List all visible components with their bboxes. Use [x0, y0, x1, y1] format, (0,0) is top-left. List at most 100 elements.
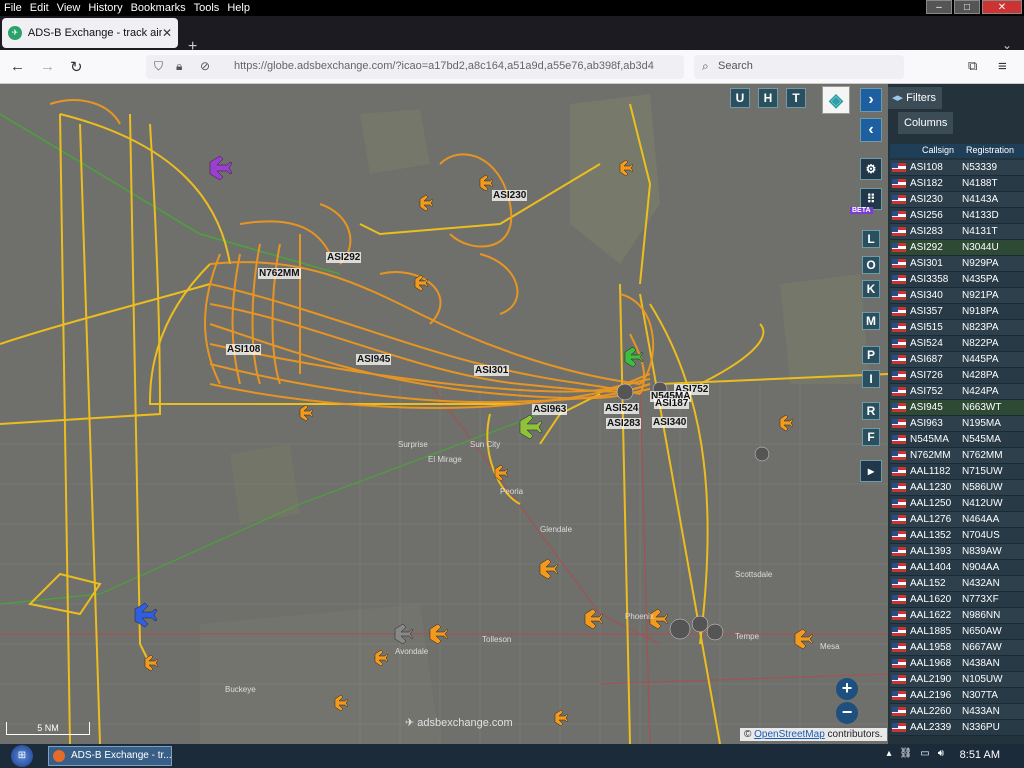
aircraft-label[interactable]: ASI524	[604, 403, 640, 414]
forward-arrow-icon[interactable]: →	[40, 58, 55, 75]
table-row[interactable]: ASI3358 N435PA	[890, 272, 1024, 288]
m-button[interactable]: M	[862, 312, 880, 330]
map-view[interactable]: Surprise El Mirage Sun City Peoria Glend…	[0, 84, 888, 744]
table-row[interactable]: ASI230 N4143A	[890, 192, 1024, 208]
h-button[interactable]: H	[758, 88, 778, 108]
volume-icon[interactable]: 🔊︎	[938, 748, 944, 759]
aircraft-label[interactable]: ASI945	[356, 354, 392, 365]
p-button[interactable]: P	[862, 346, 880, 364]
back-arrow-icon[interactable]: ←	[10, 58, 25, 75]
o-button[interactable]: O	[862, 256, 880, 274]
collapse-left-button[interactable]: ‹	[860, 118, 882, 142]
url-text[interactable]: https://globe.adsbexchange.com/?icao=a17…	[234, 60, 654, 72]
table-row[interactable]: AAL2339 N336PU	[890, 720, 1024, 736]
table-row[interactable]: ASI182 N4188T	[890, 176, 1024, 192]
menu-edit[interactable]: Edit	[26, 0, 53, 16]
menu-bookmarks[interactable]: Bookmarks	[127, 0, 190, 16]
url-bar[interactable]: ⛉ 🔒︎ ⊘ https://globe.adsbexchange.com/?i…	[146, 55, 824, 79]
expand-right-button[interactable]: ›	[860, 88, 882, 112]
table-row[interactable]: ASI524 N822PA	[890, 336, 1024, 352]
aircraft-label[interactable]: ASI230	[492, 190, 528, 201]
tab-adsb[interactable]: ✈ ADS-B Exchange - track aircraft ✕	[2, 18, 178, 48]
minimize-icon[interactable]: –	[926, 0, 952, 14]
aircraft-label[interactable]: ASI301	[474, 365, 510, 376]
table-row[interactable]: AAL1393 N839AW	[890, 544, 1024, 560]
table-row[interactable]: ASI108 N53339	[890, 160, 1024, 176]
start-button[interactable]: ⊞	[6, 744, 38, 768]
table-row[interactable]: AAL1352 N704US	[890, 528, 1024, 544]
k-button[interactable]: K	[862, 280, 880, 298]
table-row[interactable]: N762MM N762MM	[890, 448, 1024, 464]
aircraft-label[interactable]: ASI340	[652, 417, 688, 428]
maximize-icon[interactable]: □	[954, 0, 980, 14]
table-row[interactable]: ASI283 N4131T	[890, 224, 1024, 240]
hamburger-menu-icon[interactable]: ≡	[998, 58, 1007, 75]
registration-header[interactable]: Registration	[966, 145, 1014, 155]
table-row[interactable]: AAL1404 N904AA	[890, 560, 1024, 576]
table-row[interactable]: AAL2260 N433AN	[890, 704, 1024, 720]
table-row[interactable]: AAL1276 N464AA	[890, 512, 1024, 528]
network-icon[interactable]: ⛓	[900, 748, 913, 759]
table-row[interactable]: AAL1622 N986NN	[890, 608, 1024, 624]
table-row[interactable]: ASI687 N445PA	[890, 352, 1024, 368]
r-button[interactable]: R	[862, 402, 880, 420]
table-row[interactable]: AAL1250 N412UW	[890, 496, 1024, 512]
replay-button[interactable]: ▸	[860, 460, 882, 482]
table-row[interactable]: AAL2190 N105UW	[890, 672, 1024, 688]
taskbar-firefox-item[interactable]: ADS-B Exchange - tr...	[48, 746, 172, 766]
search-input[interactable]: ⌕ Search	[694, 55, 904, 79]
aircraft-label[interactable]: ASI292	[326, 252, 362, 263]
table-row[interactable]: AAL1968 N438AN	[890, 656, 1024, 672]
table-row[interactable]: ASI340 N921PA	[890, 288, 1024, 304]
table-row[interactable]: AAL2196 N307TA	[890, 688, 1024, 704]
f-button[interactable]: F	[862, 428, 880, 446]
t-button[interactable]: T	[786, 88, 806, 108]
battery-icon[interactable]: ▭	[920, 748, 929, 759]
settings-button[interactable]: ⚙	[860, 158, 882, 180]
menu-history[interactable]: History	[84, 0, 126, 16]
table-row[interactable]: AAL1230 N586UW	[890, 480, 1024, 496]
columns-button[interactable]: Columns	[898, 112, 954, 134]
table-row[interactable]: AAL1182 N715UW	[890, 464, 1024, 480]
aircraft-label[interactable]: ASI963	[532, 404, 568, 415]
callsign-header[interactable]: Callsign	[922, 145, 954, 155]
tab-close-icon[interactable]: ✕	[162, 26, 172, 40]
aircraft-label[interactable]: ASI108	[226, 344, 262, 355]
extensions-icon[interactable]: ⧉	[968, 58, 977, 74]
table-row[interactable]: ASI726 N428PA	[890, 368, 1024, 384]
zoom-out-button[interactable]: −	[836, 702, 858, 724]
u-button[interactable]: U	[730, 88, 750, 108]
table-row[interactable]: ASI292 N3044U	[890, 240, 1024, 256]
osm-link[interactable]: OpenStreetMap	[754, 729, 825, 740]
table-row[interactable]: ASI301 N929PA	[890, 256, 1024, 272]
aircraft-label[interactable]: N762MM	[258, 268, 301, 279]
menu-file[interactable]: File	[0, 0, 26, 16]
table-row[interactable]: ASI963 N195MA	[890, 416, 1024, 432]
table-row[interactable]: ASI357 N918PA	[890, 304, 1024, 320]
table-row[interactable]: ASI515 N823PA	[890, 320, 1024, 336]
aircraft-label[interactable]: ASI283	[606, 418, 642, 429]
lock-icon[interactable]: 🔒︎	[176, 59, 182, 74]
reload-icon[interactable]: ↻	[70, 58, 83, 76]
permissions-icon[interactable]: ⊘	[200, 59, 210, 73]
menu-view[interactable]: View	[53, 0, 85, 16]
clock[interactable]: 8:51 AM	[960, 749, 1000, 761]
table-row[interactable]: AAL1885 N650AW	[890, 624, 1024, 640]
menu-tools[interactable]: Tools	[190, 0, 224, 16]
table-row[interactable]: AAL152 N432AN	[890, 576, 1024, 592]
zoom-in-button[interactable]: +	[836, 678, 858, 700]
table-row[interactable]: AAL1958 N667AW	[890, 640, 1024, 656]
tray-arrow-icon[interactable]: ▴	[887, 748, 892, 759]
l-button[interactable]: L	[862, 230, 880, 248]
map-canvas[interactable]: Surprise El Mirage Sun City Peoria Glend…	[0, 84, 888, 744]
table-row[interactable]: AAL1620 N773XF	[890, 592, 1024, 608]
table-row[interactable]: ASI945 N663WT	[890, 400, 1024, 416]
menu-help[interactable]: Help	[223, 0, 254, 16]
i-button[interactable]: I	[862, 370, 880, 388]
filters-button[interactable]: ◂▸ Filters	[888, 87, 943, 109]
layers-button[interactable]: ◈	[822, 86, 850, 114]
tracking-shield-icon[interactable]: ⛉	[154, 59, 163, 74]
table-row[interactable]: ASI752 N424PA	[890, 384, 1024, 400]
close-window-icon[interactable]: ✕	[982, 0, 1022, 14]
table-row[interactable]: N545MA N545MA	[890, 432, 1024, 448]
